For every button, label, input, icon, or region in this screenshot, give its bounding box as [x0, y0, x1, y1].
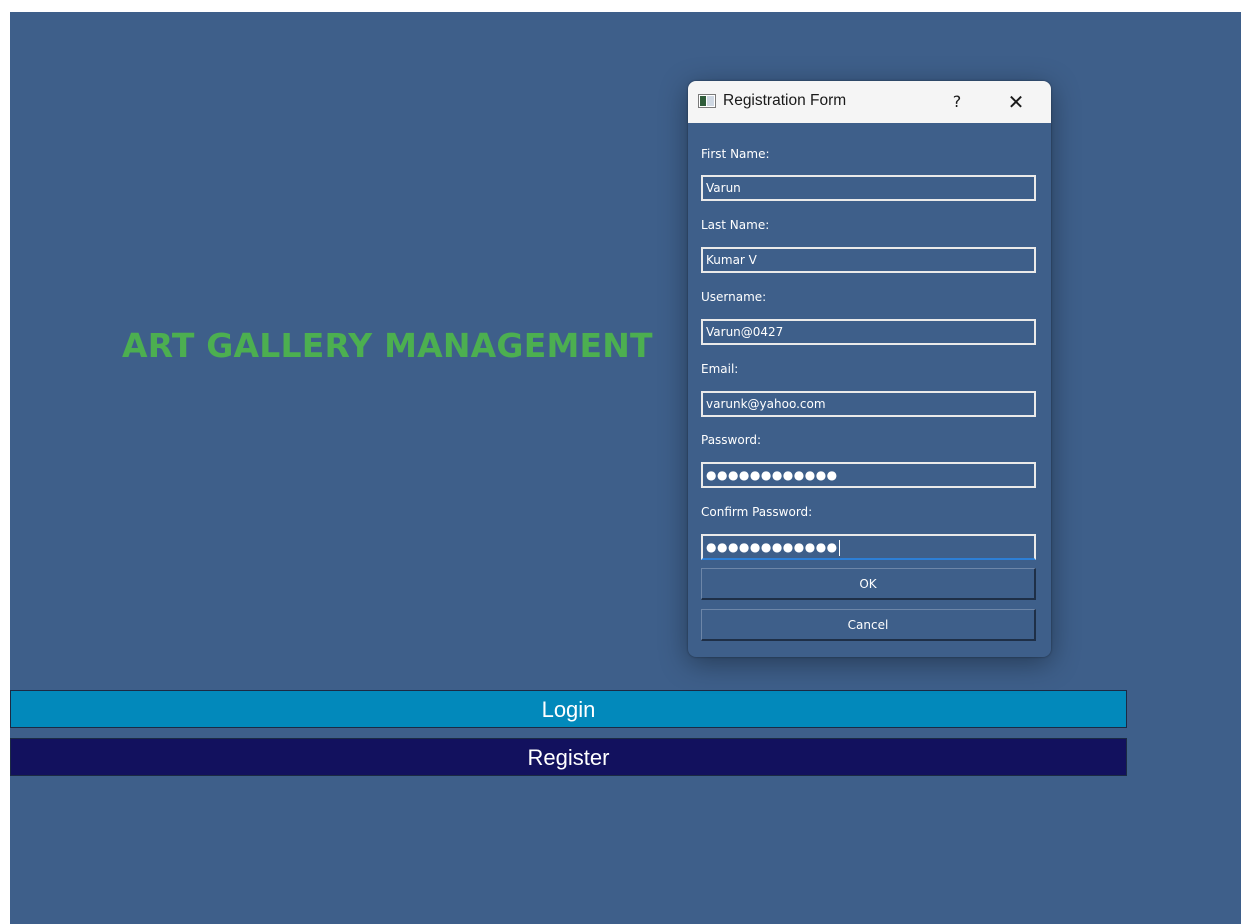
window-app-icon: [698, 94, 716, 108]
password-label: Password:: [701, 433, 762, 447]
username-input[interactable]: Varun@0427: [701, 319, 1036, 345]
close-button[interactable]: ✕: [1003, 89, 1029, 115]
cancel-button[interactable]: Cancel: [701, 609, 1036, 641]
last-name-label: Last Name:: [701, 218, 770, 232]
register-button[interactable]: Register: [10, 738, 1127, 776]
email-input[interactable]: varunk@yahoo.com: [701, 391, 1036, 417]
dialog-title: Registration Form: [723, 92, 847, 109]
first-name-input[interactable]: Varun: [701, 175, 1036, 201]
confirm-password-value: ●●●●●●●●●●●●: [706, 540, 838, 554]
email-label: Email:: [701, 362, 739, 376]
login-button[interactable]: Login: [10, 690, 1127, 728]
registration-dialog: Registration Form ? ✕ First Name: Varun …: [688, 81, 1051, 657]
text-caret: [838, 539, 840, 556]
help-button[interactable]: ?: [944, 89, 970, 115]
username-label: Username:: [701, 290, 767, 304]
main-window: ART GALLERY MANAGEMENT Login Register: [10, 12, 1241, 924]
ok-button[interactable]: OK: [701, 568, 1036, 600]
confirm-password-input[interactable]: ●●●●●●●●●●●●: [701, 534, 1036, 560]
confirm-password-label: Confirm Password:: [701, 505, 813, 519]
last-name-input[interactable]: Kumar V: [701, 247, 1036, 273]
dialog-titlebar[interactable]: Registration Form ? ✕: [688, 81, 1051, 123]
password-input[interactable]: ●●●●●●●●●●●●: [701, 462, 1036, 488]
first-name-label: First Name:: [701, 147, 770, 161]
app-title: ART GALLERY MANAGEMENT: [122, 326, 653, 365]
